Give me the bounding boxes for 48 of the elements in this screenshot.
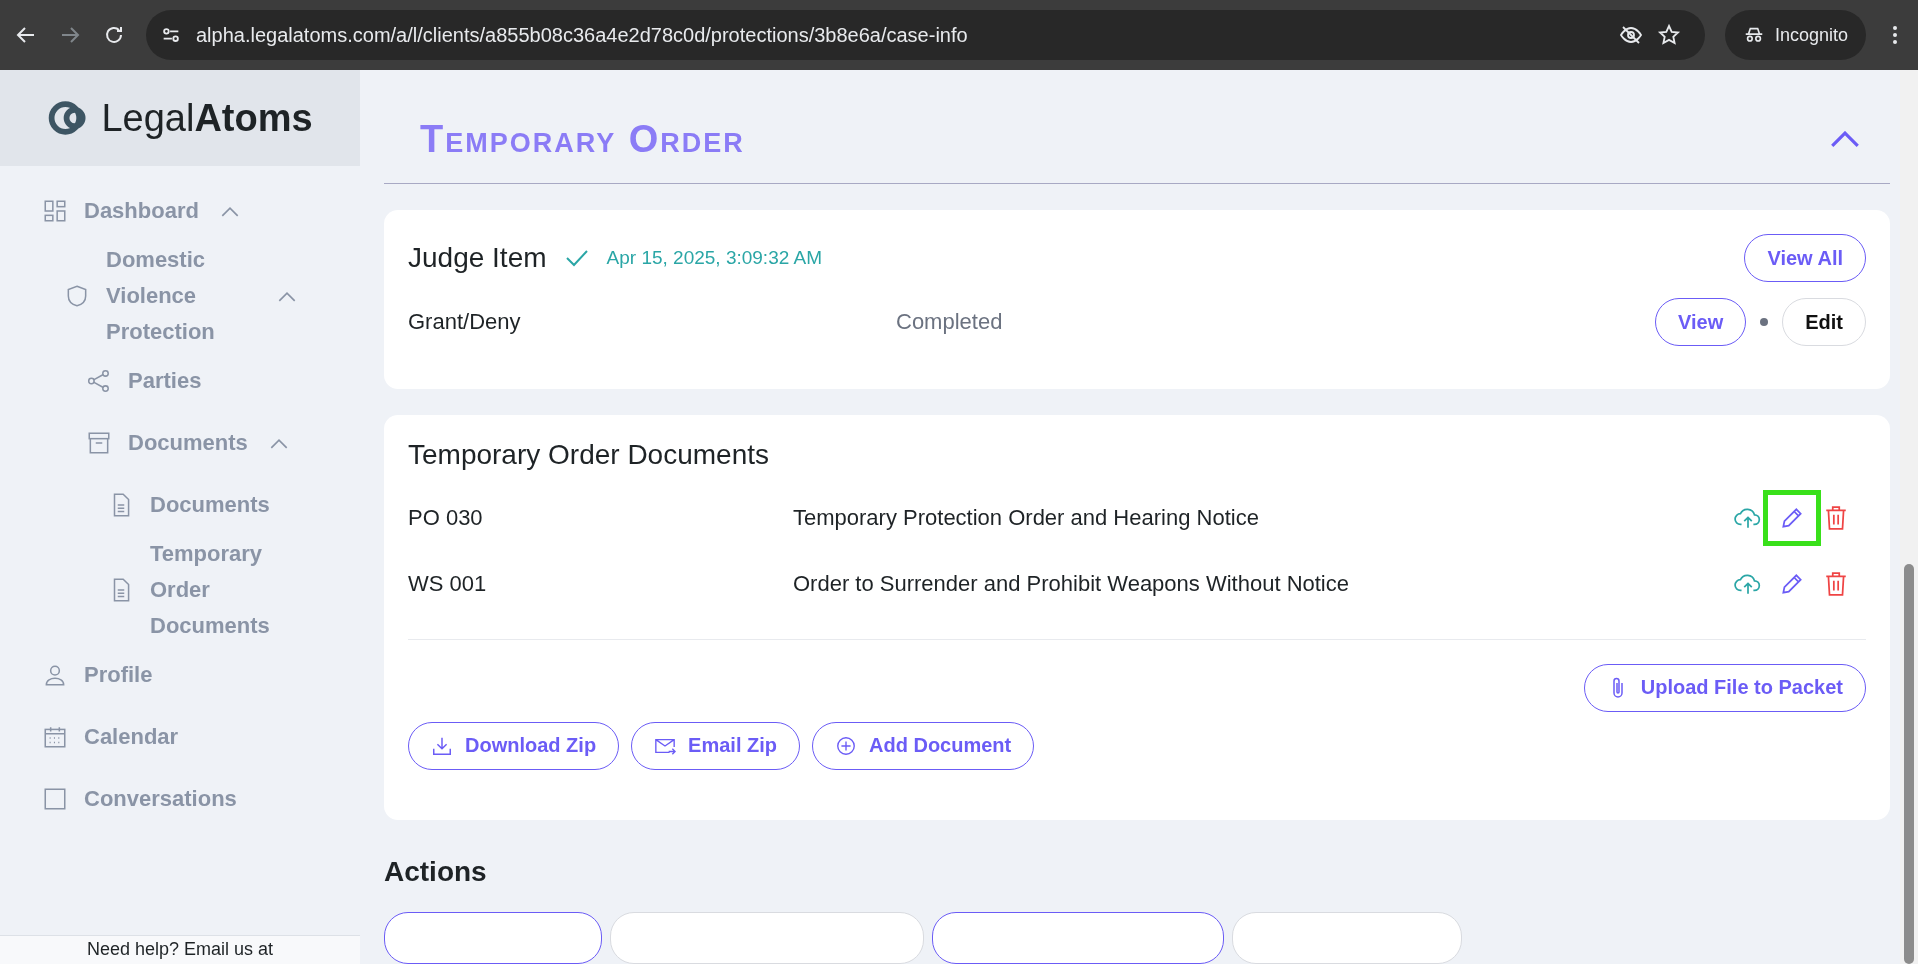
card-title: Judge Item [408, 242, 547, 274]
action-button[interactable] [384, 912, 602, 964]
document-action-button[interactable]: Email Zip [631, 721, 800, 770]
sidebar-item[interactable]: Parties [128, 363, 202, 399]
document-action-button[interactable]: Download Zip [408, 721, 620, 770]
view-all-button[interactable]: View All [1744, 234, 1866, 282]
card-title: Temporary Order Documents [408, 438, 770, 471]
document-title: Temporary Protection Order and Hearing Notice [793, 504, 1260, 531]
row-button[interactable]: Edit [1782, 298, 1866, 346]
row-button[interactable]: View [1655, 298, 1747, 346]
pencil-icon[interactable] [1763, 489, 1821, 546]
address-bar[interactable]: alpha.legalatoms.com/a/l/clients/a855b08c36a4e2d78c0d/protections/3b8e6a/case-info [146, 10, 1705, 60]
sidebar-item[interactable]: Documents [150, 487, 270, 523]
sidebar-item[interactable]: Temporary Order Documents [150, 536, 300, 644]
document-code: PO 030 [408, 504, 484, 531]
sidebar-item[interactable]: Domestic Violence Protection [106, 242, 256, 350]
url-text: alpha.legalatoms.com/a/l/clients/a855b08c36a4e2d78c0d/protections/3b8e6a/case-info [196, 23, 968, 47]
calendar-icon [42, 724, 68, 750]
sidebar-item[interactable]: Conversations [84, 781, 234, 817]
actions-heading: Actions [384, 856, 488, 888]
separator-dot [1760, 318, 1769, 326]
logo-text: LegalAtoms [101, 96, 313, 140]
scrollbar-thumb[interactable] [1904, 564, 1914, 964]
incognito-badge[interactable]: Incognito [1724, 10, 1866, 60]
grid-icon [42, 198, 68, 224]
sidebar-item[interactable]: Dashboard [84, 193, 199, 229]
help-text: Need help? Email us at [86, 938, 274, 961]
item-name: Grant/Deny [408, 309, 522, 335]
square-icon [42, 786, 68, 812]
action-button[interactable] [932, 912, 1224, 964]
item-status: Completed [896, 309, 1004, 335]
document-action-button[interactable]: Add Document [812, 721, 1035, 770]
chevron-icon[interactable] [1830, 131, 1860, 148]
chevron-icon[interactable] [269, 437, 288, 449]
section-title: Temporary Order [420, 118, 745, 161]
document-title: Order to Surrender and Prohibit Weapons Without Notice [793, 570, 1350, 597]
share-icon [86, 368, 112, 394]
star-icon[interactable] [1656, 23, 1681, 47]
upload-button[interactable]: Upload File to Packet [1583, 663, 1866, 712]
menu-icon[interactable] [1892, 23, 1898, 47]
chevron-icon[interactable] [220, 205, 239, 217]
sidebar-item[interactable]: Documents [128, 425, 248, 461]
archive-icon [86, 430, 112, 456]
sidebar-item[interactable]: Profile [84, 657, 153, 693]
document-code: WS 001 [408, 570, 488, 597]
sidebar-item[interactable]: Calendar [84, 719, 179, 755]
chevron-icon[interactable] [278, 290, 296, 302]
timestamp: Apr 15, 2025, 3:09:32 AM [606, 247, 823, 269]
